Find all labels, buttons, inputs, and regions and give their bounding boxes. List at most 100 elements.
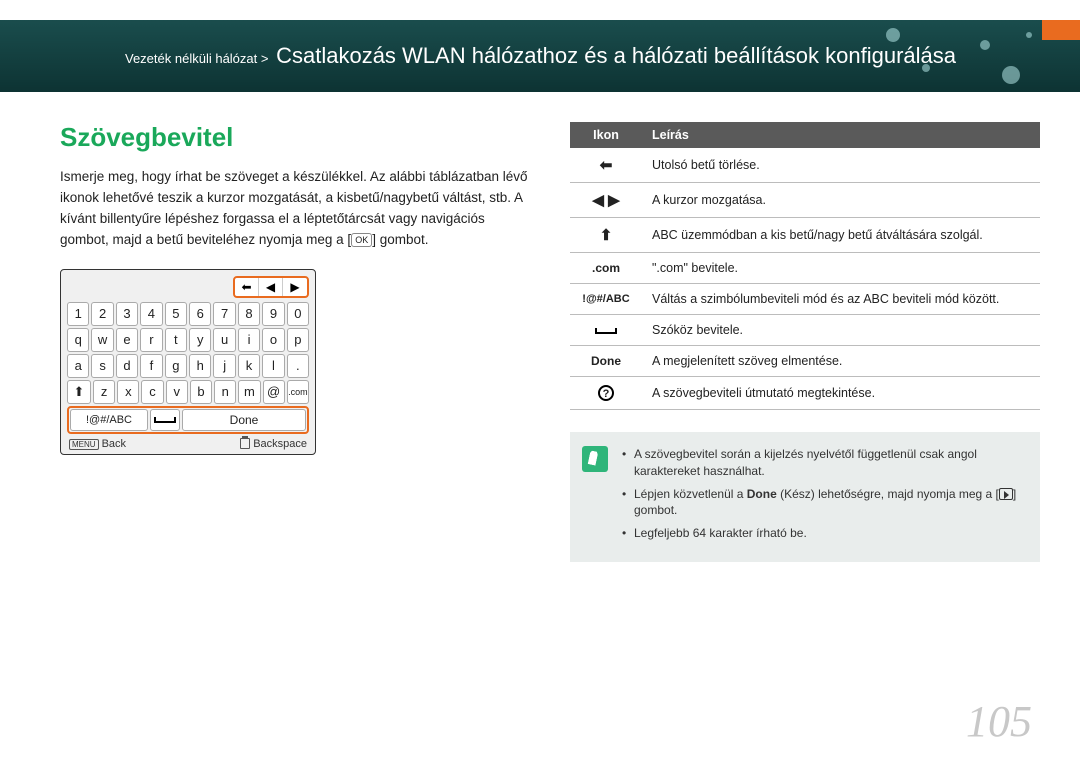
header-band: Vezeték nélküli hálózat > Csatlakozás WL… <box>0 20 1080 92</box>
key-d[interactable]: d <box>116 354 138 378</box>
icon-cell: Done <box>570 346 642 377</box>
icon-cell <box>570 315 642 346</box>
key-at[interactable]: @ <box>263 380 285 404</box>
desc-cell: A szövegbeviteli útmutató megtekintése. <box>642 377 1040 410</box>
note-item: Legfeljebb 64 karakter írható be. <box>622 525 1024 542</box>
menu-back: MENUBack <box>69 438 126 450</box>
desc-cell: ".com" bevitele. <box>642 253 1040 284</box>
onscreen-keyboard: ⬅ ◀ ▶ 1 2 3 4 5 6 7 8 9 0 q w e <box>60 269 316 455</box>
key-f[interactable]: f <box>140 354 162 378</box>
note-box: A szövegbevitel során a kijelzés nyelvét… <box>570 432 1040 562</box>
keyboard-top-row: ⬅ ◀ ▶ <box>67 276 309 298</box>
key-4[interactable]: 4 <box>140 302 162 326</box>
back-arrow-icon[interactable]: ⬅ <box>235 278 259 296</box>
key-1[interactable]: 1 <box>67 302 89 326</box>
key-m[interactable]: m <box>238 380 260 404</box>
note-item: A szövegbevitel során a kijelzés nyelvét… <box>622 446 1024 480</box>
key-w[interactable]: w <box>91 328 113 352</box>
table-row: ? A szövegbeviteli útmutató megtekintése… <box>570 377 1040 410</box>
backspace-label: Backspace <box>253 438 307 450</box>
menu-badge: MENU <box>69 439 99 450</box>
mode-key[interactable]: !@#/ABC <box>70 409 148 431</box>
spacebar-icon <box>154 417 176 423</box>
play-icon <box>999 488 1013 500</box>
breadcrumb-path: Vezeték nélküli hálózat > <box>125 51 268 66</box>
key-s[interactable]: s <box>91 354 113 378</box>
key-3[interactable]: 3 <box>116 302 138 326</box>
key-q[interactable]: q <box>67 328 89 352</box>
key-k[interactable]: k <box>238 354 260 378</box>
desc-cell: Szóköz bevitele. <box>642 315 1040 346</box>
icon-cell: ⬆ <box>570 218 642 253</box>
key-8[interactable]: 8 <box>238 302 260 326</box>
key-t[interactable]: t <box>165 328 187 352</box>
back-label: Back <box>102 438 126 450</box>
key-9[interactable]: 9 <box>262 302 284 326</box>
table-row: Done A megjelenített szöveg elmentése. <box>570 346 1040 377</box>
shift-key[interactable]: ⬆ <box>67 380 91 404</box>
note-item: Lépjen közvetlenül a Done (Kész) lehetős… <box>622 486 1024 520</box>
key-b[interactable]: b <box>190 380 212 404</box>
keyboard-footer: MENUBack Backspace <box>67 434 309 450</box>
key-e[interactable]: e <box>116 328 138 352</box>
spacebar-icon <box>595 328 617 334</box>
intro-paragraph: Ismerje meg, hogy írhat be szöveget a ké… <box>60 167 530 251</box>
key-i[interactable]: i <box>238 328 260 352</box>
key-u[interactable]: u <box>213 328 235 352</box>
table-row: ⬆ ABC üzemmódban a kis betű/nagy betű át… <box>570 218 1040 253</box>
section-heading: Szövegbevitel <box>60 122 530 153</box>
orange-tab <box>1042 20 1080 40</box>
table-row: Szóköz bevitele. <box>570 315 1040 346</box>
icon-cell: ? <box>570 377 642 410</box>
key-r[interactable]: r <box>140 328 162 352</box>
key-h[interactable]: h <box>189 354 211 378</box>
right-column: Ikon Leírás ⬅ Utolsó betű törlése. ◀ ▶ A… <box>570 122 1040 562</box>
icon-cell: .com <box>570 253 642 284</box>
help-icon: ? <box>598 385 614 401</box>
key-p[interactable]: p <box>287 328 309 352</box>
backspace-hint: Backspace <box>240 438 307 450</box>
note-list: A szövegbevitel során a kijelzés nyelvét… <box>622 446 1024 548</box>
intro-pre: Ismerje meg, hogy írhat be szöveget a ké… <box>60 169 528 247</box>
table-row: .com ".com" bevitele. <box>570 253 1040 284</box>
key-y[interactable]: y <box>189 328 211 352</box>
cursor-control-box[interactable]: ⬅ ◀ ▶ <box>233 276 309 298</box>
note-icon <box>582 446 608 472</box>
key-7[interactable]: 7 <box>213 302 235 326</box>
left-column: Szövegbevitel Ismerje meg, hogy írhat be… <box>60 122 530 562</box>
cursor-arrows-icon: ◀ ▶ <box>592 191 619 209</box>
key-6[interactable]: 6 <box>189 302 211 326</box>
desc-cell: ABC üzemmódban a kis betű/nagy betű átvá… <box>642 218 1040 253</box>
back-arrow-icon: ⬅ <box>600 156 613 174</box>
key-com[interactable]: .com <box>287 380 309 404</box>
table-header-row: Ikon Leírás <box>570 122 1040 148</box>
header-decoration <box>820 20 1080 92</box>
done-key[interactable]: Done <box>182 409 306 431</box>
icon-cell: ◀ ▶ <box>570 183 642 218</box>
key-v[interactable]: v <box>166 380 188 404</box>
key-o[interactable]: o <box>262 328 284 352</box>
key-x[interactable]: x <box>117 380 139 404</box>
page-number: 105 <box>966 696 1032 747</box>
right-arrow-icon[interactable]: ▶ <box>283 278 307 296</box>
key-5[interactable]: 5 <box>165 302 187 326</box>
key-a[interactable]: a <box>67 354 89 378</box>
key-j[interactable]: j <box>213 354 235 378</box>
key-2[interactable]: 2 <box>91 302 113 326</box>
space-key[interactable] <box>150 409 180 431</box>
key-c[interactable]: c <box>141 380 163 404</box>
icon-cell: !@#/ABC <box>570 284 642 315</box>
desc-cell: A kurzor mozgatása. <box>642 183 1040 218</box>
icon-cell: ⬅ <box>570 148 642 183</box>
icon-description-table: Ikon Leírás ⬅ Utolsó betű törlése. ◀ ▶ A… <box>570 122 1040 410</box>
key-n[interactable]: n <box>214 380 236 404</box>
desc-cell: Váltás a szimbólumbeviteli mód és az ABC… <box>642 284 1040 315</box>
key-0[interactable]: 0 <box>287 302 309 326</box>
left-arrow-icon[interactable]: ◀ <box>259 278 283 296</box>
trash-icon <box>240 438 250 449</box>
key-dot[interactable]: . <box>287 354 309 378</box>
key-g[interactable]: g <box>165 354 187 378</box>
key-l[interactable]: l <box>262 354 284 378</box>
key-z[interactable]: z <box>93 380 115 404</box>
ok-button-glyph: OK <box>351 233 372 247</box>
